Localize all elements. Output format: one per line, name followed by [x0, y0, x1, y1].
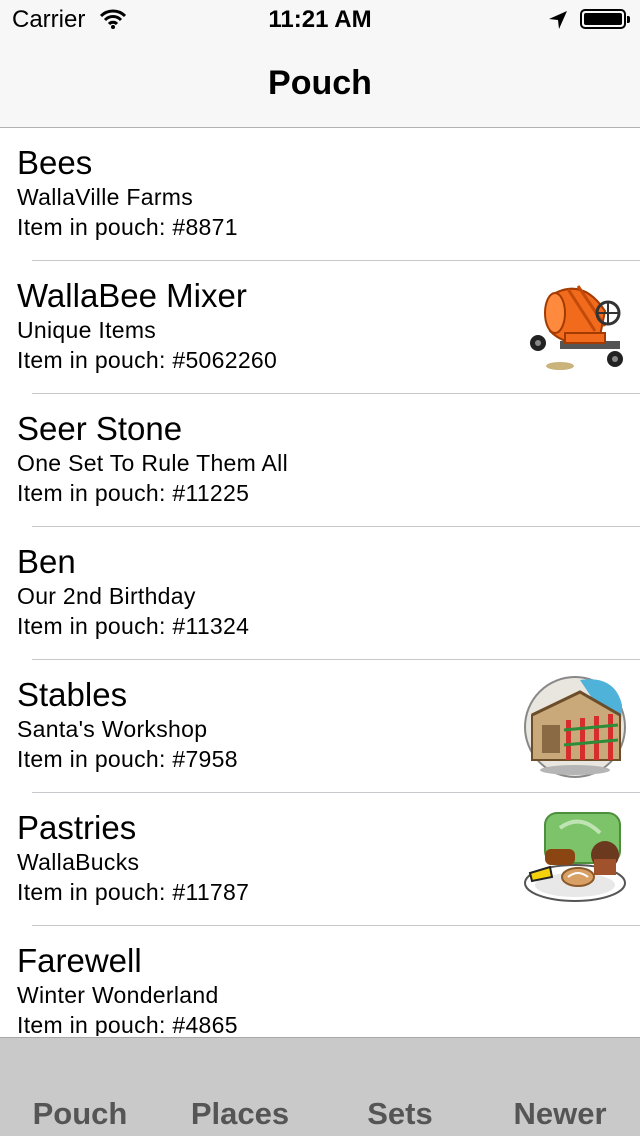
item-set: Santa's Workshop: [17, 716, 208, 742]
cement-mixer-thumbnail: [520, 271, 630, 381]
item-name: Stables: [17, 676, 128, 713]
navigation-bar: Pouch: [0, 40, 640, 128]
clock-label: 11:21 AM: [268, 6, 372, 33]
item-pouch-number: Item in pouch: #11324: [17, 613, 250, 639]
pouch-list[interactable]: Bees WallaVille Farms Item in pouch: #88…: [0, 128, 640, 1036]
battery-icon: [580, 9, 630, 29]
list-item[interactable]: Seer Stone One Set To Rule Them All Item…: [0, 394, 640, 527]
list-item[interactable]: Pastries WallaBucks Item in pouch: #1178…: [0, 793, 640, 926]
item-pouch-number: Item in pouch: #5062260: [17, 347, 278, 373]
item-name: Pastries: [17, 809, 137, 846]
item-name: Seer Stone: [17, 410, 183, 447]
item-set: WallaBucks: [17, 849, 140, 875]
pastries-thumbnail: [520, 803, 630, 913]
tab-places[interactable]: Places: [160, 1096, 320, 1132]
item-set: Unique Items: [17, 317, 157, 343]
tab-pouch[interactable]: Pouch: [0, 1096, 160, 1132]
page-title: Pouch: [268, 64, 372, 102]
item-pouch-number: Item in pouch: #11225: [17, 480, 250, 506]
list-item[interactable]: Bees WallaVille Farms Item in pouch: #88…: [0, 128, 640, 261]
list-item[interactable]: Farewell Winter Wonderland Item in pouch…: [0, 926, 640, 1036]
item-set: WallaVille Farms: [17, 184, 194, 210]
item-name: Ben: [17, 543, 76, 580]
tab-newer[interactable]: Newer: [480, 1096, 640, 1132]
item-name: Bees: [17, 144, 93, 181]
item-name: WallaBee Mixer: [17, 277, 247, 314]
item-set: Our 2nd Birthday: [17, 583, 196, 609]
item-pouch-number: Item in pouch: #11787: [17, 879, 250, 905]
list-item[interactable]: WallaBee Mixer Unique Items Item in pouc…: [0, 261, 640, 394]
tab-sets[interactable]: Sets: [320, 1096, 480, 1132]
stables-thumbnail: [520, 670, 630, 780]
tab-bar: Pouch Places Sets Newer: [0, 1037, 640, 1136]
list-item[interactable]: Stables Santa's Workshop Item in pouch: …: [0, 660, 640, 793]
item-pouch-number: Item in pouch: #7958: [17, 746, 238, 772]
item-pouch-number: Item in pouch: #8871: [17, 214, 238, 240]
item-pouch-number: Item in pouch: #4865: [17, 1012, 238, 1036]
location-arrow-icon: [548, 10, 568, 35]
item-set: Winter Wonderland: [17, 982, 219, 1008]
item-name: Farewell: [17, 942, 142, 979]
status-bar: Carrier 11:21 AM: [0, 0, 640, 40]
list-item[interactable]: Ben Our 2nd Birthday Item in pouch: #113…: [0, 527, 640, 660]
item-set: One Set To Rule Them All: [17, 450, 288, 476]
